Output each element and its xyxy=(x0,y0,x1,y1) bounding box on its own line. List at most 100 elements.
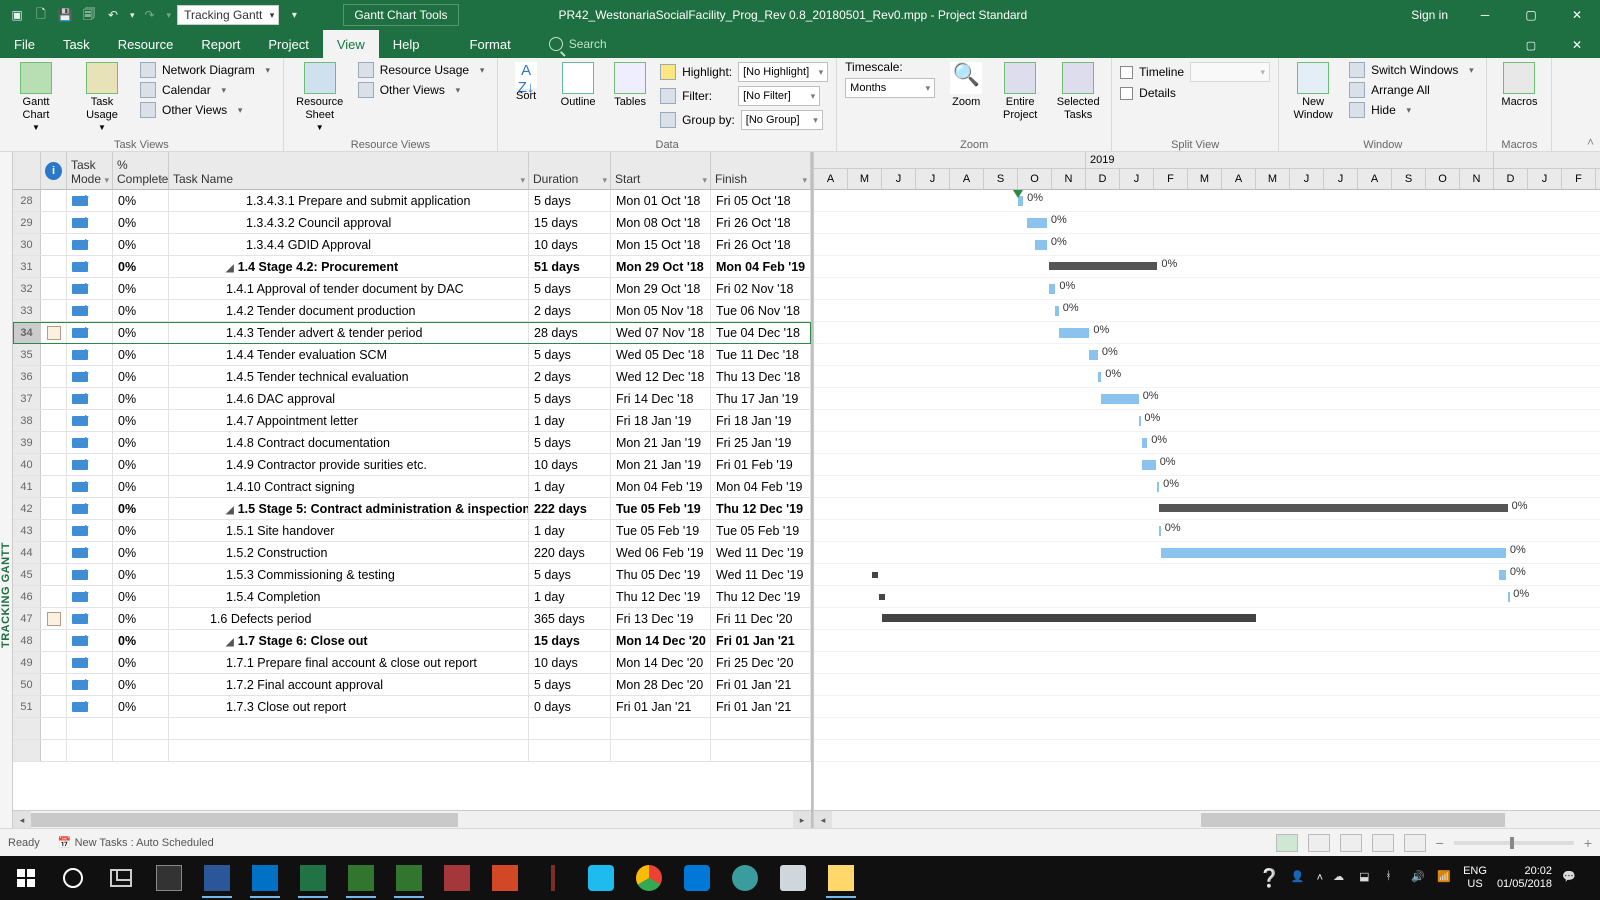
gantt-bar[interactable] xyxy=(1027,218,1047,228)
gantt-bar[interactable] xyxy=(1035,240,1047,250)
gantt-bar[interactable] xyxy=(1142,460,1156,470)
tab-resource[interactable]: Resource xyxy=(104,30,188,58)
gantt-bar[interactable] xyxy=(1157,482,1159,492)
bluetooth-icon[interactable]: ᚼ xyxy=(1385,870,1401,886)
gantt-bar[interactable] xyxy=(1101,394,1138,404)
table-row[interactable]: 300%1.3.4.4 GDID Approval10 daysMon 15 O… xyxy=(13,234,811,256)
view-team-planner-button[interactable] xyxy=(1340,834,1362,852)
table-row[interactable]: 460%1.5.4 Completion1 dayThu 12 Dec '19T… xyxy=(13,586,811,608)
view-resource-sheet-button[interactable] xyxy=(1372,834,1394,852)
tb-edge[interactable] xyxy=(676,858,718,898)
zoom-out-button[interactable]: − xyxy=(1436,835,1444,851)
gantt-hscroll[interactable]: ◂ ▸ xyxy=(814,810,1600,828)
gantt-bar[interactable] xyxy=(1139,416,1141,426)
table-row[interactable]: 420%◢1.5 Stage 5: Contract administratio… xyxy=(13,498,811,520)
resource-sheet-button[interactable]: Resource Sheet▼ xyxy=(292,60,348,132)
cortana-button[interactable] xyxy=(52,858,94,898)
table-row[interactable]: 480%◢1.7 Stage 6: Close out15 daysMon 14… xyxy=(13,630,811,652)
gantt-bar[interactable] xyxy=(1098,372,1101,382)
dropbox-icon[interactable]: ⬓ xyxy=(1359,870,1375,886)
qat-view-dropdown[interactable]: Tracking Gantt xyxy=(177,5,279,25)
gantt-scroll-left[interactable]: ◂ xyxy=(814,811,832,829)
hide-button[interactable]: Hide▾ xyxy=(1349,102,1478,118)
tb-outlook[interactable] xyxy=(244,858,286,898)
col-duration[interactable]: Duration xyxy=(529,152,611,189)
table-row[interactable]: 510%1.7.3 Close out report0 daysFri 01 J… xyxy=(13,696,811,718)
other-views-button[interactable]: Other Views▾ xyxy=(140,102,275,118)
tables-button[interactable]: Tables xyxy=(610,60,650,109)
sign-in-button[interactable]: Sign in xyxy=(1397,8,1462,22)
selected-tasks-button[interactable]: Selected Tasks xyxy=(1053,60,1103,121)
tb-explorer[interactable] xyxy=(820,858,862,898)
tb-powerpoint[interactable] xyxy=(484,858,526,898)
zoom-button[interactable]: 🔍Zoom xyxy=(945,60,987,109)
minimize-button[interactable]: ─ xyxy=(1462,0,1508,30)
table-row[interactable]: 290%1.3.4.3.2 Council approval15 daysMon… xyxy=(13,212,811,234)
sort-button[interactable]: AZ↓Sort xyxy=(506,60,546,103)
timescale-combo[interactable]: Months xyxy=(845,78,935,98)
gantt-bar[interactable] xyxy=(1159,504,1508,512)
table-row[interactable]: 410%1.4.10 Contract signing1 dayMon 04 F… xyxy=(13,476,811,498)
save-icon[interactable]: 💾 xyxy=(56,6,74,24)
scroll-right-button[interactable]: ▸ xyxy=(793,811,811,829)
tray-chevron-up-icon[interactable]: ˄ xyxy=(1317,872,1323,884)
gantt-bar[interactable] xyxy=(1049,284,1056,294)
tb-word[interactable] xyxy=(196,858,238,898)
qat-customize-icon[interactable]: ▾ xyxy=(285,6,303,24)
gantt-bar[interactable] xyxy=(1055,306,1058,316)
tab-report[interactable]: Report xyxy=(187,30,254,58)
switch-windows-button[interactable]: Switch Windows▾ xyxy=(1349,62,1478,78)
scroll-left-button[interactable]: ◂ xyxy=(13,811,31,829)
task-view-button[interactable] xyxy=(100,858,142,898)
table-row[interactable]: 430%1.5.1 Site handover1 dayTue 05 Feb '… xyxy=(13,520,811,542)
group-combo[interactable]: [No Group] xyxy=(741,110,823,130)
tab-file[interactable]: File xyxy=(0,30,49,58)
view-gantt-button[interactable] xyxy=(1276,834,1298,852)
gantt-chart-button[interactable]: Gantt Chart▼ xyxy=(8,60,64,132)
language-indicator[interactable]: ENGUS xyxy=(1463,865,1487,890)
tab-task[interactable]: Task xyxy=(49,30,104,58)
gantt-bar[interactable] xyxy=(1059,328,1090,338)
tb-chrome[interactable] xyxy=(628,858,670,898)
close-button[interactable]: ✕ xyxy=(1554,0,1600,30)
table-row[interactable]: 400%1.4.9 Contractor provide surities et… xyxy=(13,454,811,476)
tb-store[interactable] xyxy=(148,858,190,898)
outline-button[interactable]: Outline xyxy=(556,60,600,109)
tell-me-search[interactable]: Search xyxy=(525,30,607,58)
tab-project[interactable]: Project xyxy=(254,30,322,58)
network-diagram-button[interactable]: Network Diagram▾ xyxy=(140,62,275,78)
gantt-chart[interactable]: 2019 AMJJASONDJFMAMJJASONDJFMAMJJASOND 0… xyxy=(813,152,1600,828)
col-start[interactable]: Start xyxy=(611,152,711,189)
col-task-mode[interactable]: Task Mode xyxy=(67,152,113,189)
gantt-bar[interactable] xyxy=(1159,526,1161,536)
gantt-bar[interactable] xyxy=(1142,438,1147,448)
clock[interactable]: 20:0201/05/2018 xyxy=(1497,865,1552,890)
volume-icon[interactable]: 🔊 xyxy=(1411,870,1427,886)
start-button[interactable] xyxy=(6,858,46,898)
gantt-bar[interactable] xyxy=(1089,350,1098,360)
timeline-checkbox[interactable] xyxy=(1120,66,1133,79)
redo-icon[interactable]: ↷ xyxy=(141,6,159,24)
tb-app-2[interactable] xyxy=(724,858,766,898)
table-row[interactable]: 370%1.4.6 DAC approval5 daysFri 14 Dec '… xyxy=(13,388,811,410)
tb-ie[interactable] xyxy=(580,858,622,898)
table-row[interactable]: 350%1.4.4 Tender evaluation SCM5 daysWed… xyxy=(13,344,811,366)
resource-usage-button[interactable]: Resource Usage▾ xyxy=(358,62,489,78)
undo-icon[interactable]: ↶ xyxy=(104,6,122,24)
highlight-combo[interactable]: [No Highlight] xyxy=(738,62,828,82)
table-hscroll[interactable]: ◂ ▸ xyxy=(13,810,811,828)
table-row[interactable]: 330%1.4.2 Tender document production2 da… xyxy=(13,300,811,322)
task-usage-button[interactable]: Task Usage▼ xyxy=(74,60,130,132)
table-row[interactable]: 390%1.4.8 Contract documentation5 daysMo… xyxy=(13,432,811,454)
entire-project-button[interactable]: Entire Project xyxy=(997,60,1043,121)
saveall-icon[interactable]: 🗐 xyxy=(80,6,98,24)
new-icon[interactable]: 🗋 xyxy=(32,6,50,24)
gantt-bar[interactable] xyxy=(1508,592,1510,602)
maximize-button[interactable]: ▢ xyxy=(1508,0,1554,30)
collapse-ribbon-button[interactable]: ˄ xyxy=(1587,135,1594,149)
table-row[interactable]: 340%1.4.3 Tender advert & tender period2… xyxy=(13,322,811,344)
wifi-icon[interactable]: 📶 xyxy=(1437,870,1453,886)
tb-project-1[interactable] xyxy=(340,858,382,898)
table-row[interactable]: 470%1.6 Defects period365 daysFri 13 Dec… xyxy=(13,608,811,630)
table-row[interactable]: 450%1.5.3 Commissioning & testing5 daysT… xyxy=(13,564,811,586)
